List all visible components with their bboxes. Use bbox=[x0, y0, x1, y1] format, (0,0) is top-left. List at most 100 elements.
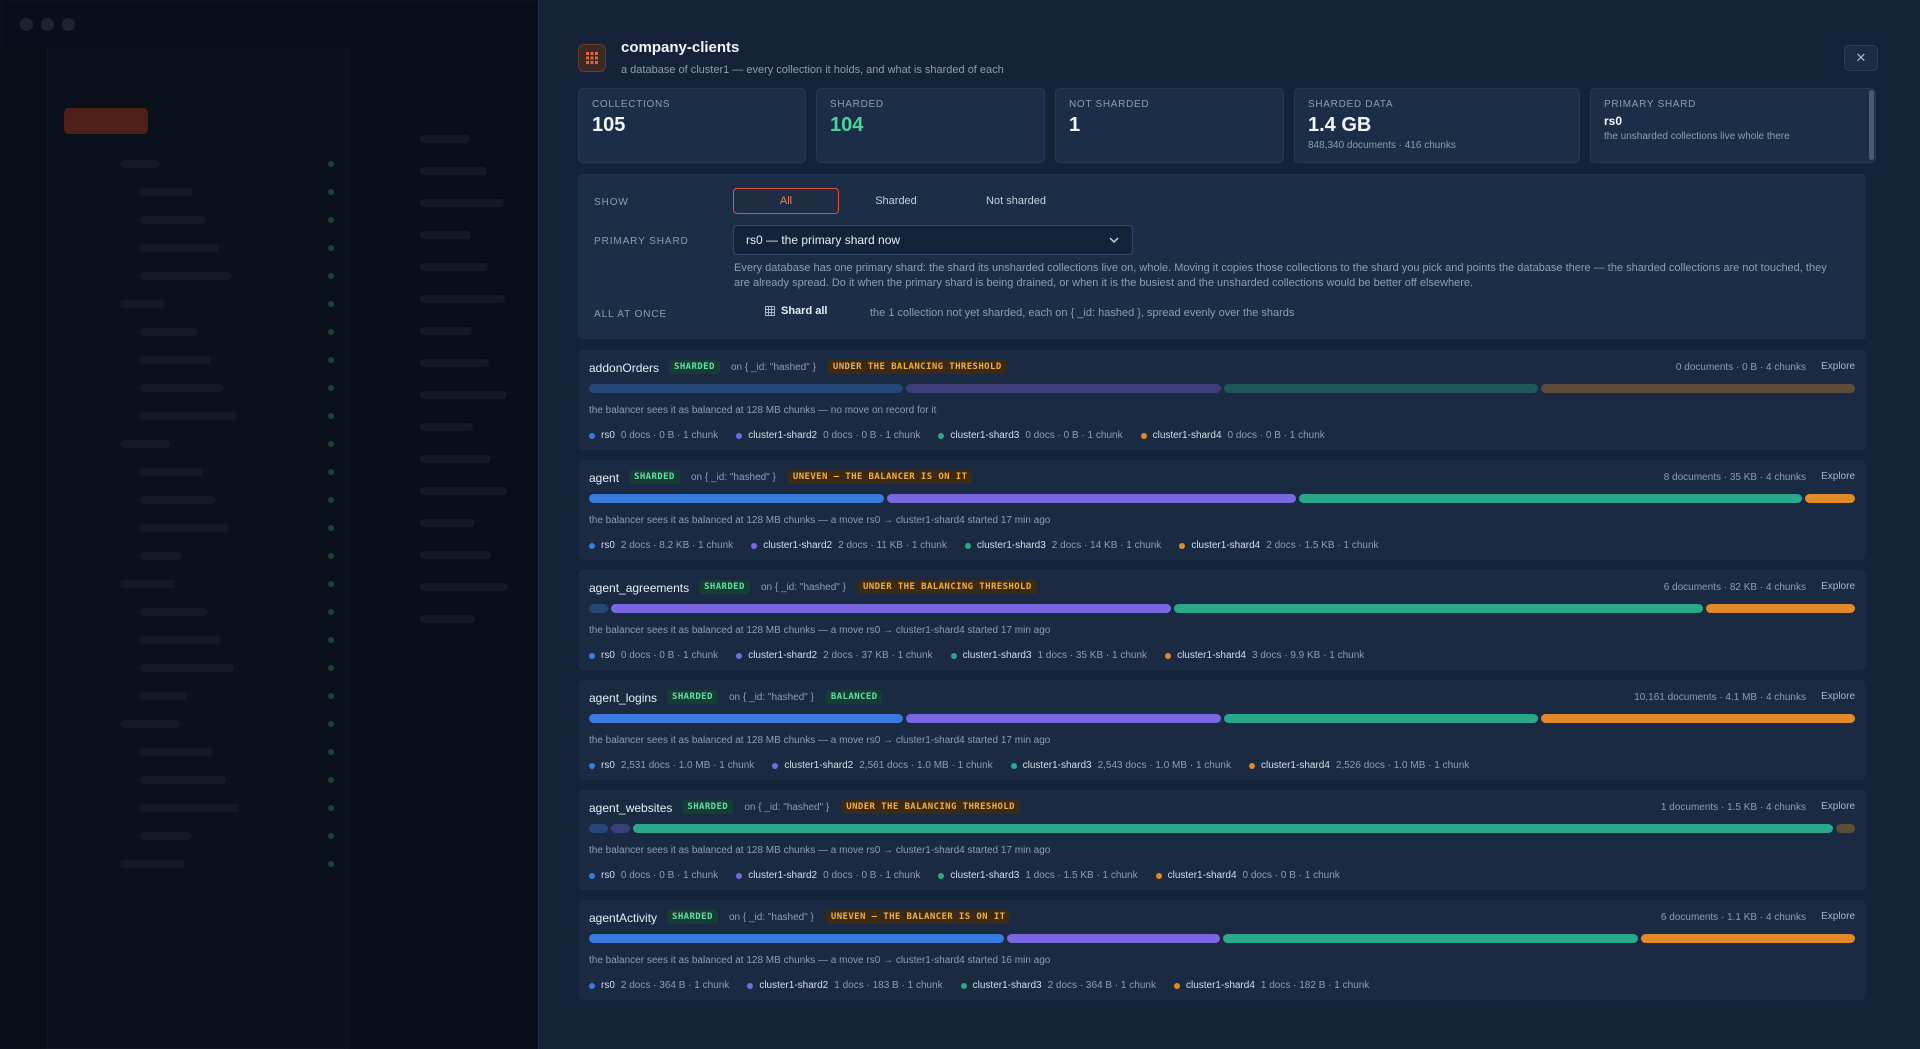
shard-name: cluster1-shard2 bbox=[759, 980, 829, 991]
sharded-badge: SHARDED bbox=[667, 910, 718, 924]
stat-not-sharded: NOT SHARDED 1 bbox=[1055, 88, 1284, 163]
sharded-badge: SHARDED bbox=[629, 470, 680, 484]
shard-item: cluster1-shard2 2 docs · 37 KB · 1 chunk bbox=[736, 650, 933, 661]
shard-name: rs0 bbox=[601, 540, 615, 551]
filter-all[interactable]: All bbox=[733, 188, 839, 214]
shard-name: cluster1-shard3 bbox=[972, 980, 1042, 991]
close-button[interactable]: ✕ bbox=[1844, 45, 1878, 71]
shard-info: 2 docs · 14 KB · 1 chunk bbox=[1051, 540, 1162, 551]
collection-row: addonOrders SHARDED on { _id: "hashed" } UN… bbox=[578, 350, 1866, 450]
shard-color-dot bbox=[772, 762, 779, 769]
balancer-note: the balancer sees it as balanced at 128 … bbox=[589, 515, 1051, 526]
shard-color-dot bbox=[1140, 432, 1147, 439]
explore-link[interactable]: Explore bbox=[1821, 691, 1855, 702]
shard-name: rs0 bbox=[601, 760, 615, 771]
distribution-segment-cluster1-shard3 bbox=[632, 824, 1834, 833]
collection-name: agent bbox=[589, 471, 620, 485]
shard-item: cluster1-shard2 1 docs · 183 B · 1 chunk bbox=[747, 980, 943, 991]
shard-info: 0 docs · 0 B · 1 chunk bbox=[823, 870, 921, 881]
shard-item: cluster1-shard2 0 docs · 0 B · 1 chunk bbox=[736, 870, 920, 881]
shard-all-label: Shard all bbox=[781, 305, 828, 317]
shard-info: 0 docs · 0 B · 1 chunk bbox=[1025, 430, 1123, 441]
shard-info: 2 docs · 11 KB · 1 chunk bbox=[838, 540, 947, 551]
shard-info: 1 docs · 183 B · 1 chunk bbox=[834, 980, 943, 991]
shard-key: on { _id: "hashed" } bbox=[730, 362, 816, 373]
shard-color-dot bbox=[964, 542, 971, 549]
balance-status-badge: UNEVEN — THE BALANCER IS ON IT bbox=[787, 470, 973, 484]
shard-info: 1 docs · 35 KB · 1 chunk bbox=[1037, 650, 1148, 661]
distribution-bar bbox=[589, 604, 1856, 613]
shard-item: cluster1-shard4 2 docs · 1.5 KB · 1 chunk bbox=[1179, 540, 1379, 551]
shard-color-dot bbox=[938, 432, 945, 439]
distribution-segment-cluster1-shard4 bbox=[1641, 934, 1855, 943]
stat-label: PRIMARY SHARD bbox=[1604, 99, 1697, 110]
stat-value: 1.4 GB bbox=[1308, 114, 1372, 136]
shard-info: 2,543 docs · 1.0 MB · 1 chunk bbox=[1097, 760, 1231, 771]
collection-row: agentActivity SHARDED on { _id: "hashed" }… bbox=[578, 900, 1866, 1000]
shard-item: cluster1-shard4 0 docs · 0 B · 1 chunk bbox=[1155, 870, 1340, 881]
distribution-segment-cluster1-shard3 bbox=[1223, 934, 1639, 943]
stat-sharded-data: SHARDED DATA 1.4 GB 848,340 documents · … bbox=[1294, 88, 1580, 163]
shard-item: cluster1-shard2 0 docs · 0 B · 1 chunk bbox=[736, 430, 920, 441]
shard-color-dot bbox=[589, 872, 595, 879]
shard-info: 2 docs · 364 B · 1 chunk bbox=[620, 980, 730, 991]
shard-breakdown: rs0 2,531 docs · 1.0 MB · 1 chunk cluster1… bbox=[589, 760, 1469, 771]
sharded-badge: SHARDED bbox=[669, 360, 720, 374]
shard-name: cluster1-shard3 bbox=[950, 430, 1020, 441]
shard-item: rs0 0 docs · 0 B · 1 chunk bbox=[589, 430, 718, 441]
stat-label: NOT SHARDED bbox=[1069, 99, 1150, 110]
collection-name: agentActivity bbox=[589, 911, 658, 925]
stat-value: rs0 bbox=[1604, 114, 1623, 128]
shard-color-dot bbox=[589, 982, 595, 989]
shard-color-dot bbox=[736, 652, 743, 659]
collection-row: agent SHARDED on { _id: "hashed" } UNEVEN —… bbox=[578, 460, 1866, 560]
shard-key: on { _id: "hashed" } bbox=[728, 912, 814, 923]
distribution-segment-cluster1-shard2 bbox=[887, 494, 1296, 503]
distribution-segment-rs0 bbox=[589, 494, 885, 503]
distribution-bar bbox=[589, 824, 1855, 833]
shard-color-dot bbox=[589, 762, 595, 769]
shard-info: 0 docs · 0 B · 1 chunk bbox=[620, 430, 719, 441]
collection-row: agent_agreements SHARDED on { _id: "hashed… bbox=[578, 570, 1866, 670]
database-icon bbox=[578, 44, 606, 72]
filter-not-sharded[interactable]: Not sharded bbox=[953, 188, 1079, 214]
shard-name: rs0 bbox=[601, 650, 615, 661]
stat-sharded: SHARDED 104 bbox=[816, 88, 1045, 163]
distribution-segment-cluster1-shard3 bbox=[1298, 494, 1802, 503]
explore-link[interactable]: Explore bbox=[1821, 471, 1855, 482]
collection-meta: 6 documents · 82 KB · 4 chunks bbox=[1663, 582, 1806, 593]
shard-info: 0 docs · 0 B · 1 chunk bbox=[620, 650, 719, 661]
distribution-bar bbox=[589, 494, 1855, 503]
grid-icon bbox=[765, 306, 775, 316]
panel-scrollbar[interactable] bbox=[1869, 90, 1874, 160]
shard-info: 0 docs · 0 B · 1 chunk bbox=[823, 430, 921, 441]
filters-box: SHOW All Sharded Not sharded PRIMARY SHA… bbox=[578, 174, 1866, 339]
shard-name: rs0 bbox=[601, 980, 615, 991]
primary-shard-select[interactable]: rs0 — the primary shard now bbox=[733, 225, 1133, 255]
shard-item: rs0 2 docs · 8.2 KB · 1 chunk bbox=[589, 540, 733, 551]
shard-name: rs0 bbox=[601, 430, 615, 441]
explore-link[interactable]: Explore bbox=[1821, 801, 1855, 812]
shard-color-dot bbox=[736, 872, 743, 879]
balancer-note: the balancer sees it as balanced at 128 … bbox=[589, 405, 937, 416]
distribution-segment-cluster1-shard3 bbox=[1223, 384, 1538, 393]
shard-all-button[interactable]: Shard all bbox=[765, 305, 827, 317]
shard-color-dot bbox=[1010, 762, 1017, 769]
shard-key: on { _id: "hashed" } bbox=[728, 692, 814, 703]
explore-link[interactable]: Explore bbox=[1821, 911, 1855, 922]
explore-link[interactable]: Explore bbox=[1821, 581, 1855, 592]
sharded-badge: SHARDED bbox=[667, 690, 718, 704]
balance-status-badge: UNDER THE BALANCING THRESHOLD bbox=[827, 360, 1007, 374]
close-icon: ✕ bbox=[1855, 50, 1867, 65]
shard-item: rs0 2 docs · 364 B · 1 chunk bbox=[589, 980, 729, 991]
shard-item: cluster1-shard4 3 docs · 9.9 KB · 1 chunk bbox=[1165, 650, 1364, 661]
shard-name: cluster1-shard4 bbox=[1260, 760, 1330, 771]
panel-header: company-clients a database of cluster1 —… bbox=[578, 34, 1878, 88]
shard-color-dot bbox=[1155, 872, 1162, 879]
distribution-segment-cluster1-shard2 bbox=[610, 604, 1171, 613]
filter-sharded[interactable]: Sharded bbox=[843, 188, 949, 214]
explore-link[interactable]: Explore bbox=[1821, 361, 1855, 372]
balancer-note: the balancer sees it as balanced at 128 … bbox=[589, 845, 1051, 856]
shard-name: cluster1-shard3 bbox=[962, 650, 1032, 661]
shard-info: 2,561 docs · 1.0 MB · 1 chunk bbox=[859, 760, 993, 771]
